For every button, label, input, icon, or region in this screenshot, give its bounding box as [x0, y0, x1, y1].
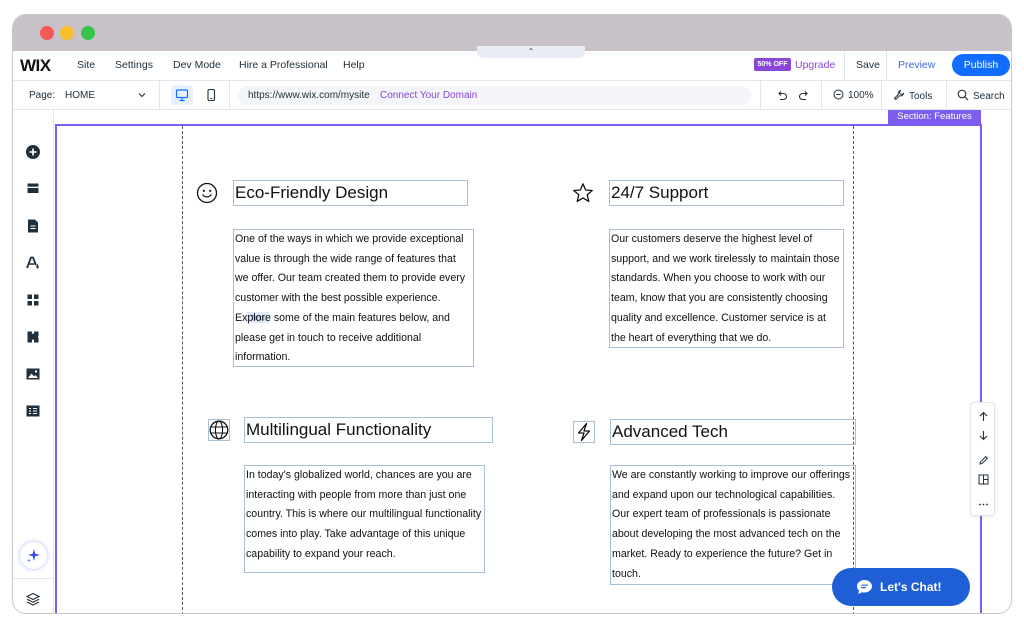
search-label: Search	[973, 91, 1005, 102]
save-button[interactable]: Save	[856, 59, 880, 71]
toolbar-divider	[881, 81, 882, 111]
site-url-bar[interactable]: https://www.wix.com/mysite Connect Your …	[238, 86, 751, 105]
mobile-icon	[207, 88, 216, 102]
chat-label: Let's Chat!	[880, 580, 942, 594]
connect-domain-link[interactable]: Connect Your Domain	[380, 90, 477, 101]
close-window-button[interactable]	[40, 26, 54, 40]
menu-settings[interactable]: Settings	[115, 59, 153, 71]
sections-icon[interactable]	[25, 181, 41, 197]
feature-title[interactable]: Eco-Friendly Design	[233, 180, 468, 206]
feature-title[interactable]: Advanced Tech	[610, 419, 856, 445]
globe-icon[interactable]	[208, 419, 230, 441]
feature-description[interactable]: Our customers deserve the highest level …	[609, 229, 844, 348]
more-icon[interactable]	[978, 499, 989, 510]
desktop-view-button[interactable]	[171, 85, 193, 105]
ai-assistant-button[interactable]	[20, 542, 47, 569]
star-icon[interactable]	[572, 182, 594, 204]
search-button[interactable]: Search	[957, 89, 1005, 102]
minimize-window-button[interactable]	[60, 26, 74, 40]
feature-description[interactable]: One of the ways in which we provide exce…	[233, 229, 474, 367]
tools-label: Tools	[909, 91, 933, 102]
move-up-icon[interactable]	[978, 411, 989, 422]
editor-toolbar: Page: HOME https://www.wix.com/mysite Co…	[13, 81, 1011, 111]
apps-icon[interactable]	[25, 292, 41, 308]
chat-button[interactable]: Let's Chat!	[832, 568, 970, 606]
tools-button[interactable]: Tools	[893, 89, 932, 102]
menubar-divider	[886, 51, 887, 81]
zoom-control[interactable]: 100%	[833, 89, 874, 101]
business-icon[interactable]	[25, 329, 41, 345]
menu-dev-mode[interactable]: Dev Mode	[173, 59, 221, 71]
toolbar-divider	[946, 81, 947, 111]
left-panel-divider	[13, 578, 54, 579]
section-actions-toolbar	[970, 402, 995, 516]
maximize-window-button[interactable]	[81, 26, 95, 40]
page-selector[interactable]: HOME	[65, 90, 95, 101]
ai-assistant-icon	[27, 549, 40, 563]
chat-bubble-icon	[857, 580, 872, 594]
move-down-icon[interactable]	[978, 430, 989, 441]
wrench-icon	[893, 89, 905, 101]
feature-description[interactable]: We are constantly working to improve our…	[610, 465, 856, 585]
mobile-view-button[interactable]	[200, 85, 222, 105]
menu-site[interactable]: Site	[77, 59, 95, 71]
media-icon[interactable]	[25, 366, 41, 382]
preview-button[interactable]: Preview	[898, 59, 935, 71]
left-panel	[13, 110, 54, 613]
toolbar-divider	[159, 81, 160, 111]
layers-icon[interactable]	[25, 591, 41, 607]
toolbar-divider	[760, 81, 761, 111]
feature-description[interactable]: In today's globalized world, chances are…	[244, 465, 485, 573]
lightning-icon[interactable]	[573, 421, 595, 443]
edit-icon[interactable]	[978, 455, 989, 466]
search-icon	[957, 89, 969, 101]
section-tag[interactable]: Section: Features	[888, 110, 981, 124]
grid-guide-left	[182, 126, 183, 613]
upgrade-link[interactable]: Upgrade	[795, 59, 835, 71]
add-icon[interactable]	[25, 144, 41, 160]
menu-hire-professional[interactable]: Hire a Professional	[239, 59, 328, 71]
smiley-icon[interactable]	[196, 182, 218, 204]
zoom-level: 100%	[848, 90, 874, 101]
cms-icon[interactable]	[25, 403, 41, 419]
zoom-out-icon	[833, 89, 844, 100]
editor-canvas[interactable]: Section: Features Eco-Friendly Design Te…	[54, 110, 1011, 613]
redo-icon[interactable]	[798, 89, 810, 101]
sale-badge: 50% OFF	[754, 58, 791, 71]
menu-help[interactable]: Help	[343, 59, 365, 71]
site-url: https://www.wix.com/mysite	[248, 90, 370, 101]
feature-title[interactable]: 24/7 Support	[609, 180, 844, 206]
collapse-toolbar-handle[interactable]: ⌃	[477, 46, 585, 58]
editor-window: WIX Site Settings Dev Mode Hire a Profes…	[12, 14, 1012, 614]
menubar-divider	[844, 51, 845, 81]
page-label: Page:	[29, 90, 56, 101]
publish-button[interactable]: Publish	[952, 54, 1010, 76]
design-icon[interactable]	[25, 255, 41, 271]
chevron-down-icon[interactable]	[137, 90, 147, 100]
desktop-icon	[175, 89, 189, 102]
pages-icon[interactable]	[25, 218, 41, 234]
toolbar-divider	[821, 81, 822, 111]
undo-icon[interactable]	[776, 89, 788, 101]
feature-title[interactable]: Multilingual Functionality	[244, 417, 493, 443]
layout-icon[interactable]	[978, 474, 989, 485]
toolbar-divider	[229, 81, 230, 111]
wix-logo: WIX	[20, 56, 51, 75]
